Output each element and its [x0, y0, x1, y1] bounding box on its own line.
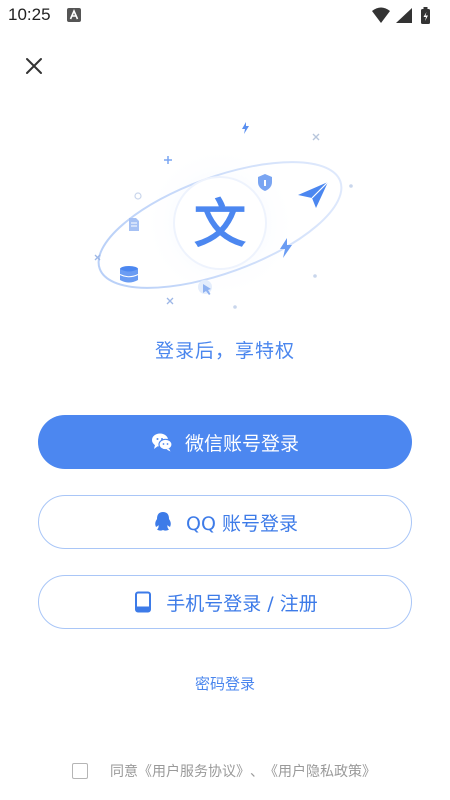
cross-icon	[166, 297, 174, 305]
battery-icon	[421, 7, 430, 24]
notification-a-icon	[67, 7, 81, 22]
wechat-login-label: 微信账号登录	[184, 432, 299, 455]
agreement-checkbox[interactable]	[72, 763, 88, 779]
hero-center-glyph: 文	[194, 195, 246, 255]
agreement-row: 同意 《用户服务协议》 、 《用户隐私政策》	[72, 760, 376, 782]
close-button[interactable]	[18, 50, 50, 82]
privacy-policy-link[interactable]: 《用户隐私政策》	[264, 761, 376, 781]
status-bar: 10:25	[0, 0, 450, 32]
qq-login-button[interactable]: QQ 账号登录	[38, 495, 412, 549]
tagline: 登录后，享特权	[154, 340, 295, 362]
document-icon	[129, 218, 139, 231]
wechat-login-button[interactable]: 微信账号登录	[38, 415, 412, 469]
hero-illustration: 文	[80, 110, 370, 320]
phone-login-button[interactable]: 手机号登录 / 注册	[38, 575, 412, 629]
agreement-prefix: 同意	[110, 764, 138, 780]
cellular-icon	[396, 8, 412, 23]
qq-login-label: QQ 账号登录	[186, 512, 298, 535]
user-agreement-link[interactable]: 《用户服务协议》	[138, 761, 250, 781]
cross-icon	[312, 133, 320, 141]
qq-icon	[152, 511, 174, 533]
close-icon	[26, 58, 42, 74]
status-time: 10:25	[8, 5, 51, 24]
password-login-link[interactable]: 密码登录	[0, 673, 450, 694]
paper-plane-icon	[298, 181, 329, 208]
agreement-separator: 、	[250, 764, 264, 780]
wifi-icon	[372, 7, 390, 23]
phone-icon	[132, 591, 154, 613]
phone-login-label: 手机号登录 / 注册	[166, 592, 318, 615]
flash-icon	[242, 122, 249, 134]
database-icon	[119, 266, 139, 283]
status-icons	[370, 6, 440, 26]
wechat-icon	[151, 431, 173, 453]
